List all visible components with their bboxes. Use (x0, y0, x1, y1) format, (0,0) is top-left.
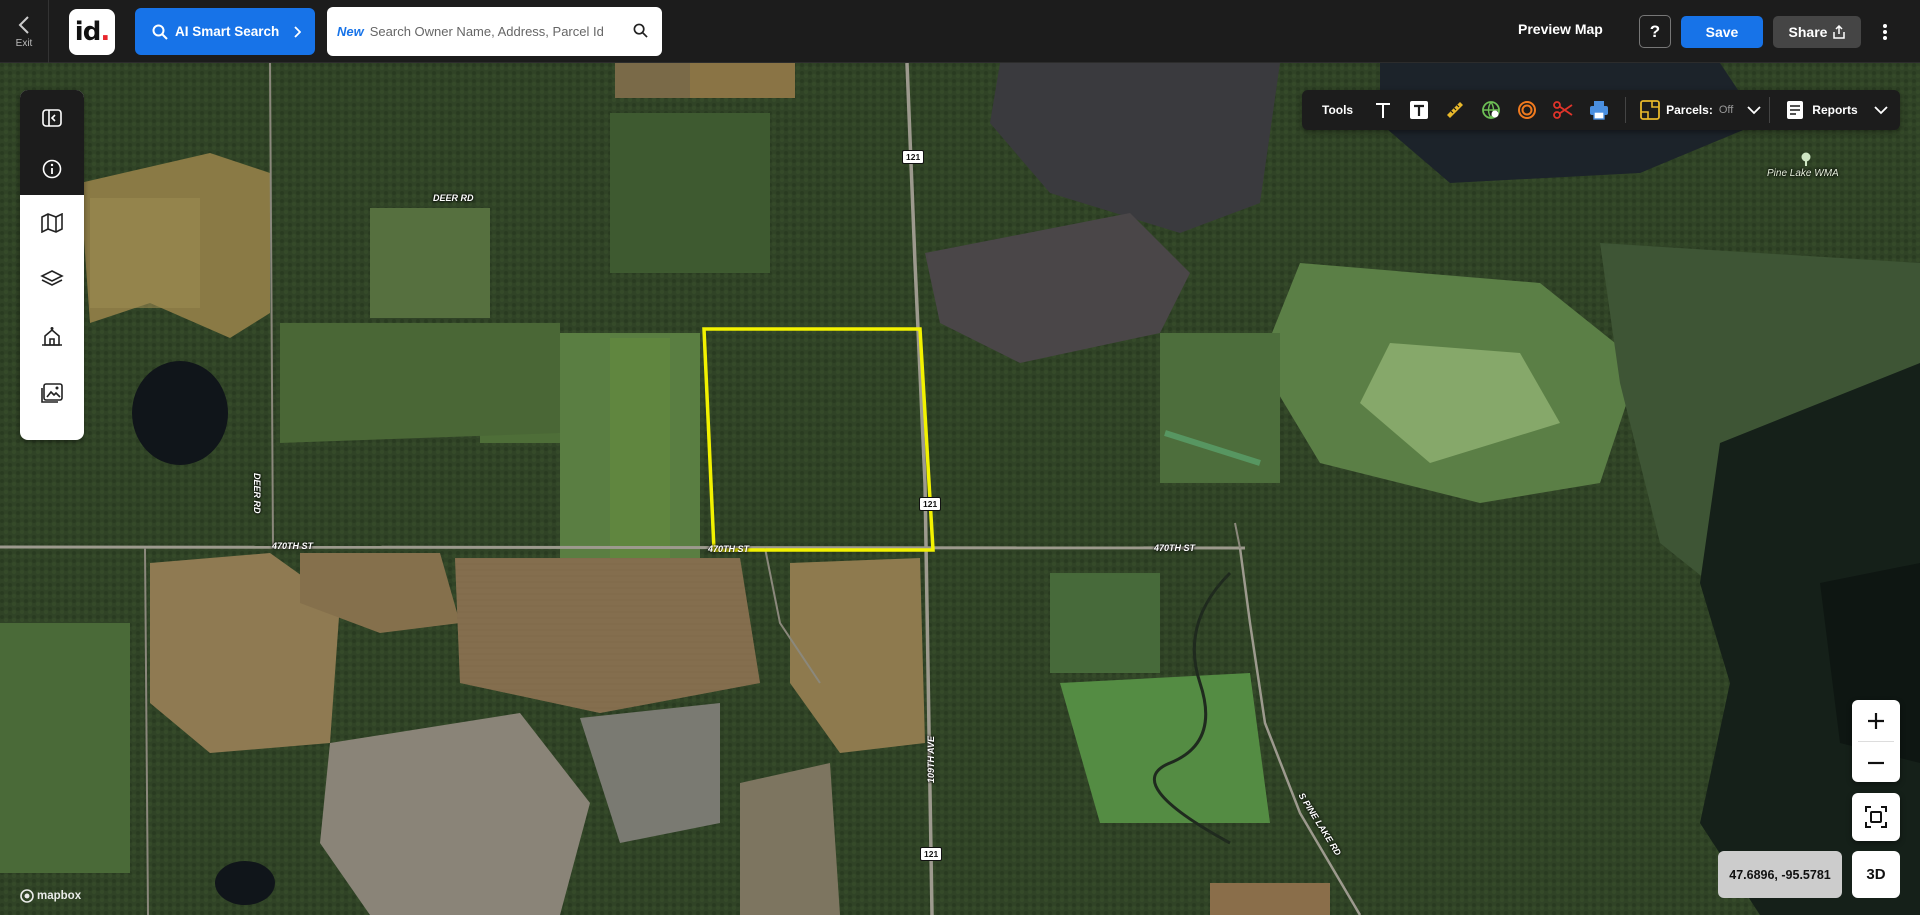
tools-bar: Tools Parcels: Off Reports (1302, 90, 1900, 130)
divider (1769, 97, 1771, 123)
mapbox-attribution[interactable]: mapbox (20, 889, 81, 903)
park-icon (1801, 152, 1811, 166)
road-label-470th-st-west: 470TH ST (272, 541, 314, 551)
parcels-label: Parcels: (1666, 103, 1713, 117)
logo-text: id. (74, 17, 110, 47)
print-tool-button[interactable] (1581, 90, 1617, 130)
zoom-in-button[interactable] (1852, 700, 1900, 741)
text-tool-button[interactable] (1365, 90, 1401, 130)
map-canvas[interactable]: DEER RD DEER RD 470TH ST 470TH ST 470TH … (0, 63, 1920, 915)
reports-icon (1787, 101, 1804, 119)
parcels-icon (1640, 100, 1661, 120)
fit-bounds-button[interactable] (1852, 793, 1900, 841)
chevron-left-icon (18, 15, 29, 34)
text-tool-icon (1376, 103, 1391, 118)
property-icon (42, 327, 62, 346)
search-bar: New (327, 7, 662, 56)
zoom-out-button[interactable] (1852, 742, 1900, 783)
fit-bounds-icon (1865, 806, 1887, 828)
panel-toggle-icon (42, 109, 62, 127)
scissors-icon (1553, 101, 1573, 119)
parcels-toggle[interactable]: Parcels: Off (1640, 100, 1761, 120)
more-options-icon[interactable] (1875, 17, 1895, 47)
text-box-tool-button[interactable] (1401, 90, 1437, 130)
top-bar: Exit id. AI Smart Search New Preview Map… (0, 0, 1920, 63)
globe-pin-icon (1482, 101, 1501, 120)
radius-tool-button[interactable] (1509, 90, 1545, 130)
ruler-tool-button[interactable] (1437, 90, 1473, 130)
print-icon (1590, 101, 1609, 120)
parcels-state: Off (1718, 104, 1734, 116)
share-icon (1833, 25, 1846, 39)
preview-map-button[interactable]: Preview Map (1518, 21, 1603, 37)
share-label: Share (1788, 24, 1828, 40)
highway-shield: 121 (919, 497, 942, 511)
left-sidebar (20, 90, 84, 440)
scissors-tool-button[interactable] (1545, 90, 1581, 130)
poi-label: Pine Lake WMA (1767, 168, 1839, 179)
road-label-470th-st-east: 470TH ST (1154, 543, 1196, 553)
layers-icon (40, 270, 64, 286)
tools-label: Tools (1322, 103, 1354, 117)
info-icon (42, 159, 62, 179)
road-label-deer-rd: DEER RD (433, 193, 474, 203)
road-label-109th-ave: 109TH AVE (926, 735, 936, 783)
search-icon (152, 24, 168, 40)
ai-smart-search-button[interactable]: AI Smart Search (135, 8, 315, 55)
map-icon (41, 213, 63, 233)
chevron-down-icon (1747, 106, 1761, 115)
image-icon (41, 383, 63, 403)
sidebar-item-map[interactable] (20, 195, 84, 251)
help-button[interactable]: ? (1639, 15, 1671, 48)
chevron-right-icon (293, 25, 301, 38)
exit-label: Exit (15, 37, 33, 49)
highway-shield: 121 (920, 847, 943, 861)
sidebar-item-panel-toggle[interactable] (20, 90, 84, 146)
sidebar-item-layers[interactable] (20, 252, 84, 308)
divider (1625, 97, 1627, 123)
coordinates-readout: 47.6896, -95.5781 (1718, 851, 1842, 898)
chevron-down-icon (1874, 106, 1888, 115)
road-label-470th-st-center: 470TH ST (708, 544, 750, 554)
sidebar-item-info[interactable] (20, 141, 84, 197)
reports-dropdown[interactable]: Reports (1786, 100, 1888, 120)
minus-icon (1868, 761, 1884, 764)
sidebar-item-images[interactable] (20, 365, 84, 421)
road-label-deer-rd-vertical: DEER RD (252, 473, 262, 514)
exit-button[interactable]: Exit (0, 0, 49, 63)
logo[interactable]: id. (69, 9, 115, 55)
mapbox-logo-icon (20, 889, 34, 903)
ruler-icon (1447, 102, 1464, 118)
search-new-badge: New (337, 24, 364, 39)
zoom-controls (1852, 700, 1900, 782)
toggle-3d-button[interactable]: 3D (1852, 851, 1900, 898)
mapbox-label: mapbox (37, 890, 82, 902)
radius-icon (1518, 101, 1537, 119)
highway-shield: 121 (902, 150, 925, 164)
sidebar-item-property[interactable] (20, 309, 84, 365)
share-button[interactable]: Share (1773, 16, 1861, 48)
search-input[interactable] (369, 24, 640, 39)
ai-smart-search-label: AI Smart Search (175, 24, 280, 39)
search-icon[interactable] (633, 23, 648, 38)
plus-icon (1868, 712, 1884, 729)
satellite-imagery (0, 63, 1920, 915)
text-box-tool-icon (1410, 101, 1429, 119)
save-button[interactable]: Save (1681, 16, 1763, 48)
reports-label: Reports (1812, 103, 1858, 117)
globe-pin-tool-button[interactable] (1473, 90, 1509, 130)
